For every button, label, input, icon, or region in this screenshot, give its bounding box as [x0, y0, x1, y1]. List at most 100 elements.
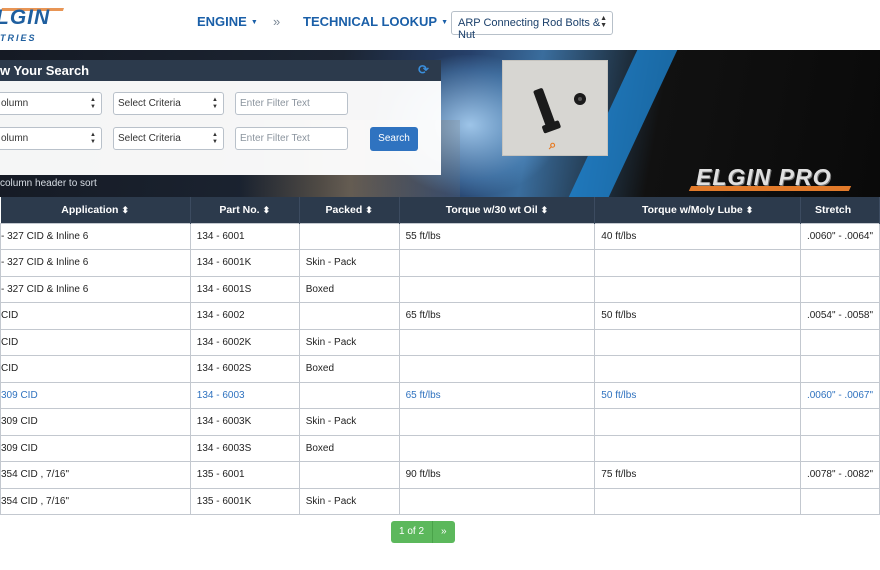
nav-engine[interactable]: ENGINE ▼	[197, 14, 258, 29]
table-row[interactable]: CID 134 - 6002K Skin - Pack	[0, 328, 880, 356]
search-button[interactable]: Search	[370, 127, 418, 151]
caret-down-icon: ▼	[441, 19, 449, 27]
header-packed[interactable]: Packed ⬍	[299, 197, 400, 223]
search-panel-header: w Your Search ⟳	[0, 60, 441, 81]
cell-application: 309 CID	[0, 408, 191, 436]
criteria-select-2[interactable]: Select Criteria ▲ ▼	[113, 127, 224, 150]
cell-stretch: .0060" - .0067"	[799, 381, 880, 409]
sort-icon: ⬍	[262, 204, 271, 215]
cell-packed: Skin - Pack	[298, 249, 400, 277]
cell-application: 309 CID	[0, 434, 191, 462]
cell-packed	[298, 222, 400, 250]
criteria-select-1[interactable]: Select Criteria ▲ ▼	[113, 92, 224, 115]
header-packed-label: Packed	[325, 203, 363, 216]
select-arrows-icon: ▲ ▼	[600, 15, 607, 29]
cell-stretch	[799, 275, 880, 303]
cell-part-no: 134 - 6002	[189, 302, 300, 330]
filter-input-1[interactable]: Enter Filter Text	[235, 92, 348, 115]
product-thumbnail[interactable]: ⌕	[502, 60, 608, 156]
cell-stretch	[799, 328, 880, 356]
cell-torque-moly: 40 ft/lbs	[594, 222, 801, 250]
table-row[interactable]: - 327 CID & Inline 6 134 - 6001K Skin - Pa…	[0, 249, 880, 277]
table-row[interactable]: 309 CID 134 - 6003K Skin - Pack	[0, 408, 880, 436]
table-row[interactable]: CID 134 - 6002S Boxed	[0, 355, 880, 383]
cell-part-no: 134 - 6003S	[189, 434, 300, 462]
column-select-1[interactable]: olumn ▲ ▼	[0, 92, 102, 115]
table-row[interactable]: 309 CID 134 - 6003S Boxed	[0, 434, 880, 462]
table-row[interactable]: 309 CID 134 - 6003 65 ft/lbs 50 ft/lbs .0060…	[0, 381, 880, 409]
filter-input-2[interactable]: Enter Filter Text	[235, 127, 348, 150]
hero-banner: w Your Search ⟳ olumn ▲ ▼ Select Criteria…	[0, 50, 880, 197]
table-header-row: Application ⬍ Part No. ⬍ Packed ⬍ Torque w/…	[0, 197, 880, 223]
nav-technical-lookup[interactable]: TECHNICAL LOOKUP ▼	[303, 14, 448, 29]
cell-packed: Skin - Pack	[298, 408, 400, 436]
header-torque-moly[interactable]: Torque w/Moly Lube ⬍	[594, 197, 801, 223]
cell-torque-oil: 65 ft/lbs	[398, 302, 596, 330]
cell-application: CID	[0, 302, 191, 330]
refresh-icon[interactable]: ⟳	[418, 63, 429, 78]
column-select-1-value: olumn	[1, 98, 29, 109]
cell-packed: Boxed	[298, 355, 400, 383]
table-row[interactable]: 354 CID , 7/16" 135 - 6001K Skin - Pack	[0, 487, 880, 515]
table-row[interactable]: CID 134 - 6002 65 ft/lbs 50 ft/lbs .0054" - …	[0, 302, 880, 330]
sort-hint: column header to sort	[0, 178, 97, 189]
cell-torque-oil	[398, 487, 596, 515]
logo-wordmark: LGIN	[0, 6, 51, 29]
cell-packed: Boxed	[298, 434, 400, 462]
header-part-no-label: Part No.	[219, 203, 260, 216]
table-row[interactable]: - 327 CID & Inline 6 134 - 6001S Boxed	[0, 275, 880, 303]
cell-torque-oil	[398, 355, 596, 383]
cell-part-no: 134 - 6001	[189, 222, 300, 250]
cell-torque-moly	[594, 487, 801, 515]
cell-torque-oil	[398, 275, 596, 303]
cell-stretch	[799, 487, 880, 515]
cell-stretch: .0078" - .0082"	[799, 461, 880, 489]
cell-stretch	[799, 249, 880, 277]
header-part-no[interactable]: Part No. ⬍	[190, 197, 300, 223]
cell-part-no: 134 - 6001K	[189, 249, 300, 277]
cell-stretch: .0054" - .0058"	[799, 302, 880, 330]
cell-application: CID	[0, 355, 191, 383]
cell-torque-moly	[594, 408, 801, 436]
cell-stretch	[799, 434, 880, 462]
cell-torque-moly: 75 ft/lbs	[594, 461, 801, 489]
sort-icon: ⬍	[745, 204, 754, 215]
next-page-button[interactable]: »	[433, 521, 455, 543]
cell-part-no: 134 - 6002S	[189, 355, 300, 383]
page-indicator[interactable]: 1 of 2	[391, 521, 434, 543]
criteria-select-1-value: Select Criteria	[118, 98, 181, 109]
cell-torque-moly	[594, 434, 801, 462]
cell-stretch: .0060" - .0064"	[799, 222, 880, 250]
header-torque-oil-label: Torque w/30 wt Oil	[445, 203, 538, 216]
product-select[interactable]: ARP Connecting Rod Bolts & Nut ▲ ▼	[451, 11, 613, 41]
pagination: 1 of 2 »	[391, 521, 455, 543]
header-application-label: Application	[61, 203, 119, 216]
cell-torque-moly	[594, 249, 801, 277]
zoom-icon[interactable]: ⌕	[549, 138, 556, 153]
cell-application: 354 CID , 7/16"	[0, 461, 191, 489]
table-row[interactable]: - 327 CID & Inline 6 134 - 6001 55 ft/lbs 4…	[0, 222, 880, 250]
column-select-2-value: olumn	[1, 133, 29, 144]
header-application[interactable]: Application ⬍	[0, 197, 191, 223]
sort-icon: ⬍	[121, 204, 129, 215]
cell-torque-moly: 50 ft/lbs	[594, 302, 801, 330]
header-torque-moly-label: Torque w/Moly Lube	[641, 203, 743, 216]
filter-input-1-placeholder: Enter Filter Text	[240, 98, 310, 109]
search-panel-title: w Your Search	[0, 63, 90, 78]
cell-application: CID	[0, 328, 191, 356]
table-row[interactable]: 354 CID , 7/16" 135 - 6001 90 ft/lbs 75 ft/…	[0, 461, 880, 489]
cell-packed	[298, 381, 400, 409]
cell-part-no: 135 - 6001K	[189, 487, 300, 515]
sort-icon: ⬍	[365, 204, 373, 215]
select-arrows-icon: ▲ ▼	[212, 97, 218, 110]
elgin-pro-logo: ELGIN PRO	[688, 162, 880, 197]
cell-torque-oil	[398, 328, 596, 356]
cell-application: 309 CID	[0, 381, 191, 409]
header-stretch[interactable]: Stretch	[800, 197, 880, 223]
brand-logo[interactable]: LGIN TRIES	[0, 6, 65, 43]
results-table: Application ⬍ Part No. ⬍ Packed ⬍ Torque w/…	[0, 197, 880, 515]
header-stretch-label: Stretch	[814, 203, 852, 216]
header-torque-oil[interactable]: Torque w/30 wt Oil ⬍	[399, 197, 596, 223]
column-select-2[interactable]: olumn ▲ ▼	[0, 127, 102, 150]
cell-packed: Boxed	[298, 275, 400, 303]
